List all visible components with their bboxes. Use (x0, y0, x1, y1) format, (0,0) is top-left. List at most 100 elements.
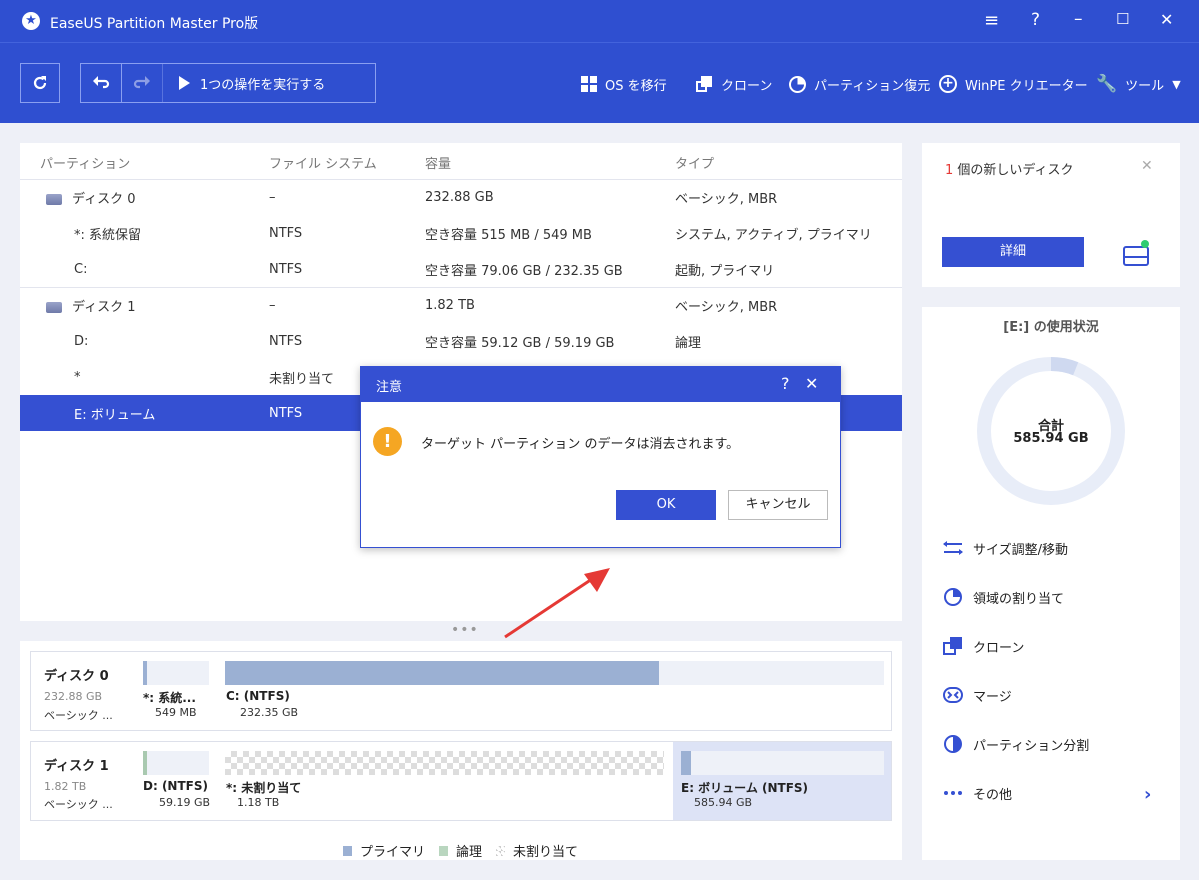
row-name-text: * (74, 369, 81, 385)
winpe-button[interactable]: + WinPE クリエーター (939, 74, 1088, 94)
action-4-button[interactable]: マージ (943, 685, 1012, 705)
clone-icon (696, 75, 713, 93)
row-type: 起動, プライマリ (675, 263, 775, 279)
disk0-c-label: C: (NTFS) (226, 689, 290, 703)
row-partition-name: ディスク 1 (46, 296, 136, 315)
action-6-button[interactable]: その他 (943, 783, 1012, 803)
row-partition-name: ディスク 0 (46, 188, 136, 207)
disk0-system-size: 549 MB (155, 706, 197, 719)
header-type[interactable]: タイプ (675, 153, 714, 172)
table-row[interactable]: C: NTFS 空き容量 79.06 GB / 232.35 GB 起動, プライマリ (20, 251, 902, 287)
allocate-pie-icon (943, 587, 963, 607)
table-row[interactable]: ディスク 0 – 232.88 GB ベーシック, MBR (20, 179, 902, 215)
redo-button[interactable] (122, 64, 163, 102)
split-pie-icon (943, 734, 963, 754)
disk1-d-label: D: (NTFS) (143, 779, 208, 793)
chevron-down-icon: ▼ (1172, 77, 1181, 91)
disk-icon (46, 301, 62, 313)
disk1-e-label: E: ボリューム (NTFS) (681, 781, 809, 795)
os-migrate-label: OS を移行 (605, 78, 667, 94)
toolbar: 1つの操作を実行する OS を移行 クローン パーティション復元 + WinPE… (0, 42, 1199, 123)
row-filesystem: – (269, 189, 276, 205)
row-partition-name: * (74, 370, 81, 385)
disk1-unallocated-bar[interactable] (225, 751, 664, 775)
row-name-text: E: ボリューム (74, 407, 156, 423)
disk0-c-bar[interactable] (225, 661, 884, 685)
partition-recovery-label: パーティション復元 (814, 78, 931, 94)
row-filesystem: NTFS (269, 225, 303, 241)
row-filesystem: – (269, 297, 276, 313)
execute-label: 1つの操作を実行する (200, 77, 326, 93)
clone-label: クローン (721, 78, 773, 94)
usage-total-value: 585.94 GB (1013, 431, 1089, 446)
help-icon[interactable]: ? (1031, 10, 1040, 30)
header-filesystem[interactable]: ファイル システム (269, 153, 377, 172)
action-label: クローン (973, 640, 1025, 656)
disk0-type: ベーシック ... (44, 709, 113, 722)
warning-dialog: 注意 ? ✕ ! ターゲット パーティション のデータは消去されます。 OK キ… (360, 366, 841, 548)
refresh-icon (33, 76, 47, 90)
new-disk-icon (1121, 239, 1153, 267)
row-type: システム, アクティブ, プライマリ (675, 227, 872, 243)
pie-icon (789, 75, 806, 93)
action-5-button[interactable]: パーティション分割 (943, 734, 1089, 754)
row-type: ベーシック, MBR (675, 299, 778, 315)
dialog-help-icon[interactable]: ? (781, 374, 790, 393)
chevron-right-icon[interactable]: › (1144, 784, 1151, 805)
legend-primary: プライマリ (360, 845, 426, 860)
resize-icon (943, 538, 963, 558)
action-2-button[interactable]: 領域の割り当て (943, 587, 1064, 607)
cancel-button[interactable]: キャンセル (728, 490, 828, 520)
disk1-d-bar[interactable] (143, 751, 209, 775)
header-capacity[interactable]: 容量 (425, 153, 451, 172)
details-button[interactable]: 詳細 (942, 237, 1084, 267)
play-icon (179, 76, 190, 90)
disk1-e-bar[interactable] (681, 751, 884, 775)
windows-icon (581, 76, 597, 92)
maximize-icon[interactable]: ☐ (1116, 10, 1129, 28)
row-partition-name: E: ボリューム (74, 404, 155, 423)
clone-button[interactable]: クローン (696, 74, 772, 94)
row-filesystem: NTFS (269, 261, 303, 277)
disk0-system-label: *: 系統... (143, 691, 196, 705)
row-capacity: 空き容量 79.06 GB / 232.35 GB (425, 263, 623, 279)
execute-operations-button[interactable]: 1つの操作を実行する (163, 64, 375, 102)
splitter-handle[interactable]: ••• (451, 622, 479, 638)
legend-unallocated: 未割り当て (513, 845, 579, 860)
annotation-arrow (504, 568, 610, 639)
action-label: 領域の割り当て (973, 591, 1065, 607)
disk1-unallocated-label: *: 未割り当て (226, 781, 302, 795)
disk0-system-bar[interactable] (143, 661, 209, 685)
table-row[interactable]: ディスク 1 – 1.82 TB ベーシック, MBR (20, 287, 902, 323)
row-capacity: 空き容量 515 MB / 549 MB (425, 227, 592, 243)
more-dots-icon (943, 783, 963, 803)
row-partition-name: C: (74, 262, 87, 277)
new-disk-close-icon[interactable]: ✕ (1141, 158, 1153, 174)
os-migrate-button[interactable]: OS を移行 (581, 74, 667, 94)
action-3-button[interactable]: クローン (943, 636, 1024, 656)
legend-logical-swatch (439, 845, 449, 856)
header-partition[interactable]: パーティション (40, 153, 130, 172)
menu-icon[interactable]: ≡ (984, 10, 999, 31)
ok-button[interactable]: OK (616, 490, 716, 520)
dialog-titlebar: 注意 ? ✕ (361, 367, 840, 402)
minimize-icon[interactable]: – (1074, 9, 1083, 29)
legend-logical: 論理 (456, 845, 483, 860)
action-1-button[interactable]: サイズ調整/移動 (943, 538, 1068, 558)
row-capacity: 232.88 GB (425, 189, 494, 205)
clone-icon (943, 636, 963, 656)
disk1-d-size: 59.19 GB (159, 796, 211, 809)
refresh-button[interactable] (20, 63, 60, 103)
disk-divider (20, 287, 902, 288)
table-row[interactable]: D: NTFS 空き容量 59.12 GB / 59.19 GB 論理 (20, 323, 902, 359)
tools-menu-button[interactable]: 🔧 ツール ▼ (1096, 74, 1181, 94)
close-icon[interactable]: ✕ (1160, 10, 1173, 29)
row-filesystem: NTFS (269, 405, 303, 421)
disk1-type: ベーシック ... (44, 798, 113, 811)
undo-button[interactable] (81, 64, 122, 102)
dialog-close-icon[interactable]: ✕ (805, 374, 818, 393)
partition-recovery-button[interactable]: パーティション復元 (789, 74, 930, 94)
usage-title: [E:] の使用状況 (1003, 320, 1099, 335)
undo-icon (93, 76, 110, 89)
table-row[interactable]: *: 系統保留 NTFS 空き容量 515 MB / 549 MB システム, アクテ… (20, 215, 902, 251)
